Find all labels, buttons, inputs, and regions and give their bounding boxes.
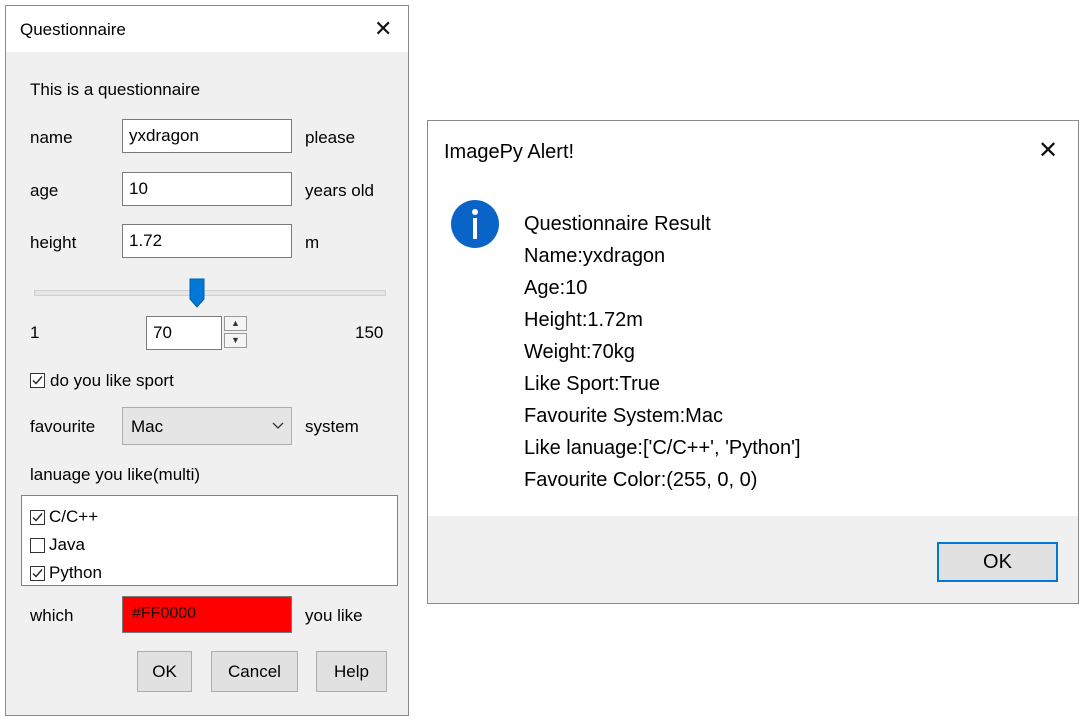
window-title: Questionnaire: [20, 20, 126, 39]
message-line: Height:1.72m: [524, 309, 643, 331]
color-value: #FF0000: [132, 605, 197, 622]
message-line: Favourite System:Mac: [524, 405, 723, 427]
message-line: Questionnaire Result: [524, 213, 711, 235]
alert-title: ImagePy Alert!: [444, 141, 575, 163]
close-icon[interactable]: ✕: [1038, 139, 1058, 163]
language-item-python[interactable]: Python: [30, 563, 330, 585]
age-field[interactable]: 10: [122, 172, 292, 206]
message-line: Like lanuage:['C/C++', 'Python']: [524, 437, 801, 459]
select-value: Mac: [131, 417, 164, 436]
weight-slider-thumb[interactable]: [189, 278, 205, 308]
language-label: Python: [49, 563, 102, 582]
sport-checkbox[interactable]: [30, 373, 45, 388]
language-item-c-cpp[interactable]: C/C++: [30, 507, 330, 529]
favourite-system-select[interactable]: Mac: [122, 407, 292, 445]
language-label: C/C++: [49, 507, 99, 526]
message-line: Favourite Color:(255, 0, 0): [524, 469, 758, 491]
message-line: Name:yxdragon: [524, 245, 666, 267]
age-suffix: years old: [305, 181, 374, 200]
name-label: name: [30, 128, 73, 147]
language-checkbox[interactable]: [30, 510, 45, 525]
info-icon: [451, 200, 499, 248]
favourite-suffix: system: [305, 417, 359, 436]
height-label: height: [30, 233, 77, 252]
name-field[interactable]: yxdragon: [122, 119, 292, 153]
color-picker-field[interactable]: #FF0000: [122, 596, 292, 633]
slider-max-label: 150: [355, 323, 384, 342]
questionnaire-window: Questionnaire ✕ This is a questionnaire …: [5, 5, 409, 716]
check-icon: [32, 513, 43, 522]
check-icon: [32, 569, 43, 578]
spin-up-button[interactable]: ▲: [224, 316, 247, 331]
intro-text: This is a questionnaire: [30, 80, 201, 99]
name-suffix: please: [305, 128, 356, 147]
color-suffix: you like: [305, 606, 363, 625]
cancel-button[interactable]: Cancel: [211, 651, 298, 692]
slider-min-label: 1: [30, 323, 40, 342]
weight-slider-track[interactable]: [34, 290, 386, 296]
message-line: Age:10: [524, 277, 588, 299]
weight-spin-buttons: ▲ ▼: [224, 316, 248, 350]
language-checkbox[interactable]: [30, 538, 45, 553]
sport-label: do you like sport: [50, 371, 174, 390]
language-label: Java: [49, 535, 85, 554]
color-label: which: [30, 606, 74, 625]
message-line: Like Sport:True: [524, 373, 660, 395]
spin-down-button[interactable]: ▼: [224, 333, 247, 348]
close-icon[interactable]: ✕: [374, 18, 392, 40]
alert-ok-button[interactable]: OK: [937, 542, 1058, 582]
language-checkbox[interactable]: [30, 566, 45, 581]
age-label: age: [30, 181, 59, 200]
favourite-label: favourite: [30, 417, 96, 436]
height-field[interactable]: 1.72: [122, 224, 292, 258]
alert-window: ImagePy Alert! ✕ Questionnaire Result Na…: [427, 120, 1079, 604]
languages-label: lanuage you like(multi): [30, 465, 201, 484]
languages-checklist: C/C++ Java Python: [21, 495, 398, 586]
message-line: Weight:70kg: [524, 341, 635, 363]
height-suffix: m: [305, 233, 320, 252]
ok-button[interactable]: OK: [137, 651, 192, 692]
weight-spin-field[interactable]: 70: [146, 316, 222, 350]
help-button[interactable]: Help: [316, 651, 387, 692]
language-item-java[interactable]: Java: [30, 535, 330, 557]
check-icon: [32, 376, 43, 385]
chevron-down-icon: [272, 422, 284, 429]
